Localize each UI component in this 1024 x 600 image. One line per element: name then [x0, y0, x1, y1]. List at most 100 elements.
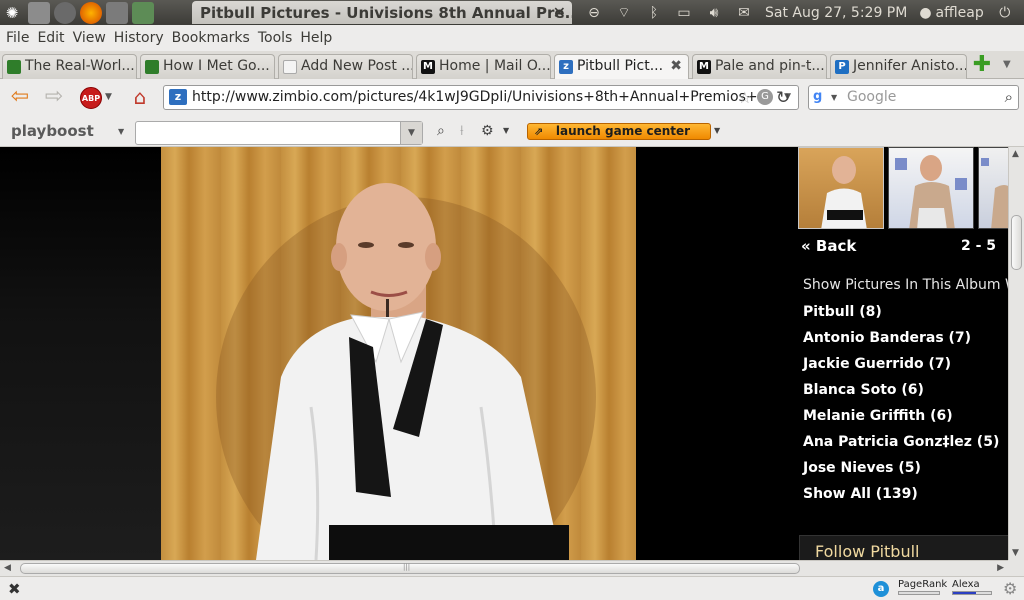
text-editor-icon[interactable] — [28, 1, 50, 24]
playboost-menu-chevron-icon[interactable]: ▼ — [118, 127, 124, 136]
playboost-logo[interactable]: playboost — [11, 122, 94, 140]
search-placeholder: Google — [847, 89, 897, 105]
adblock-dropdown-chevron-icon[interactable]: ▼ — [105, 92, 112, 102]
thumbnail-1-illustration — [821, 156, 867, 228]
thumbnail-3[interactable] — [978, 147, 1008, 229]
tab-pale-pin[interactable]: M Pale and pin-t... — [692, 54, 827, 79]
identity-g-icon[interactable]: G — [757, 89, 773, 105]
thumbnail-1[interactable] — [798, 147, 884, 229]
person-link[interactable]: Ana Patricia Gonz‡lez (5) — [803, 434, 999, 460]
tab-label: Home | Mail O... — [439, 58, 551, 74]
person-link[interactable]: Pitbull (8) — [803, 304, 999, 330]
person-link[interactable]: Antonio Banderas (7) — [803, 330, 999, 356]
tab-label: Jennifer Anisto... — [853, 58, 967, 74]
game-center-chevron-icon[interactable]: ▼ — [714, 126, 720, 135]
mail-online-icon: M — [697, 60, 711, 74]
scroll-down-arrow-icon[interactable]: ▼ — [1012, 548, 1019, 558]
thumbnail-2[interactable] — [888, 147, 974, 229]
adblock-plus-icon[interactable]: ABP — [80, 87, 102, 109]
alexa-indicator[interactable]: Alexa — [952, 579, 992, 595]
bluetooth-icon[interactable]: ᛒ — [645, 5, 663, 21]
user-name[interactable]: affleap — [936, 5, 984, 21]
tab-real-world[interactable]: The Real-Worl... — [2, 54, 137, 79]
forward-arrow-icon[interactable]: ⇨ — [40, 84, 68, 110]
statusbar-gear-icon[interactable]: ⚙ — [1003, 579, 1017, 598]
tab-mail-online[interactable]: M Home | Mail O... — [416, 54, 551, 79]
thumbnail-2-illustration — [895, 155, 967, 228]
tab-how-i-met[interactable]: How I Met Go... — [140, 54, 275, 79]
menu-bookmarks[interactable]: Bookmarks — [172, 30, 256, 46]
menu-history[interactable]: History — [114, 30, 170, 46]
tab-jennifer-aniston[interactable]: P Jennifer Anisto... — [830, 54, 967, 79]
url-bar[interactable]: z http://www.zimbio.com/pictures/4k1wJ9G… — [163, 85, 799, 110]
vertical-scrollbar[interactable]: ▲ ▼ — [1008, 147, 1024, 560]
pagerank-label: PageRank — [898, 579, 948, 590]
alexa-a-icon[interactable]: a — [873, 581, 889, 597]
window-close-icon[interactable]: ✕ — [553, 3, 566, 22]
tab-add-new-post[interactable]: Add New Post ... — [278, 54, 413, 79]
scroll-grip-icon: ||| — [403, 563, 411, 571]
playboost-input-chevron-icon[interactable]: ▼ — [400, 122, 422, 144]
settings-chevron-icon[interactable]: ▼ — [503, 126, 509, 135]
tab-label: The Real-Worl... — [25, 58, 135, 74]
tab-list-chevron-icon[interactable]: ▼ — [1003, 59, 1011, 70]
scroll-right-arrow-icon[interactable]: ▶ — [997, 563, 1004, 573]
main-photo[interactable] — [161, 147, 636, 560]
reload-icon[interactable]: ↻ — [776, 88, 790, 108]
search-engine-chevron-icon[interactable]: ▼ — [831, 93, 837, 102]
playboost-search-input[interactable]: ▼ — [135, 121, 423, 145]
person-link[interactable]: Melanie Griffith (6) — [803, 408, 999, 434]
follow-pitbull-label: Follow Pitbull — [815, 542, 920, 560]
person-link[interactable]: Jose Nieves (5) — [803, 460, 999, 486]
menu-file[interactable]: File — [6, 30, 35, 46]
close-addon-bar-icon[interactable]: ✖ — [8, 580, 21, 598]
back-link[interactable]: « Back — [801, 237, 856, 255]
volume-icon[interactable]: 🔊︎ — [705, 5, 723, 21]
playboost-settings-gear-icon[interactable]: ⚙ — [481, 123, 494, 139]
system-settings-icon[interactable] — [54, 1, 76, 24]
google-g-icon[interactable]: g — [813, 89, 829, 105]
tab-pitbull-pictures[interactable]: z Pitbull Pict... ✖ — [554, 54, 689, 79]
status-bar: ✖ a PageRank Alexa ⚙ — [0, 576, 1024, 600]
menu-tools[interactable]: Tools — [258, 30, 299, 46]
wifi-icon[interactable]: ⌔ — [615, 4, 633, 22]
horizontal-scrollbar[interactable]: ◀ ||| ▶ — [0, 560, 1008, 576]
puzzle-icon[interactable] — [132, 1, 154, 24]
scroll-left-arrow-icon[interactable]: ◀ — [4, 563, 11, 573]
launch-game-center-button[interactable]: ⇗ launch game center — [527, 123, 711, 140]
person-link[interactable]: Jackie Guerrido (7) — [803, 356, 999, 382]
tab-close-icon[interactable]: ✖ — [670, 58, 682, 74]
battery-icon[interactable]: ▭ — [675, 5, 693, 21]
new-tab-plus-icon[interactable]: ✚ — [971, 54, 993, 77]
vertical-scroll-thumb[interactable] — [1011, 215, 1022, 270]
home-icon[interactable]: ⌂ — [126, 84, 154, 110]
scroll-up-arrow-icon[interactable]: ▲ — [1012, 149, 1019, 159]
menu-help[interactable]: Help — [300, 30, 338, 46]
user-icon: ● — [919, 4, 932, 21]
menu-view[interactable]: View — [73, 30, 112, 46]
firefox-icon[interactable] — [80, 1, 102, 24]
mail-online-icon: M — [421, 60, 435, 74]
chat-icon[interactable] — [106, 1, 128, 24]
magnifier-search-icon[interactable]: ⌕ — [1005, 88, 1013, 106]
photo-illustration — [216, 183, 596, 560]
back-arrow-icon[interactable]: ⇦ — [6, 84, 34, 110]
pagerank-indicator[interactable]: PageRank — [898, 579, 947, 595]
sync-icon[interactable]: ⊖ — [585, 5, 603, 21]
show-all-link[interactable]: Show All (139) — [803, 486, 999, 512]
bookmark-star-icon[interactable]: ☆ — [738, 88, 752, 107]
clock[interactable]: Sat Aug 27, 5:29 PM — [765, 5, 907, 21]
search-box[interactable]: g ▼ Google ⌕ — [808, 85, 1019, 110]
mail-icon[interactable]: ✉ — [735, 5, 753, 21]
menu-edit[interactable]: Edit — [37, 30, 70, 46]
follow-pitbull-box[interactable]: Follow Pitbull — [799, 535, 1008, 560]
playboost-search-icon[interactable]: ⌕ — [437, 123, 445, 139]
page-content: « Back 2 - 5 Show Pictures In This Album… — [0, 147, 1008, 560]
power-icon[interactable]: ⏻ — [996, 5, 1014, 21]
person-link-list: Pitbull (8) Antonio Banderas (7) Jackie … — [803, 304, 999, 512]
tab-label: Pale and pin-t... — [715, 58, 825, 74]
ubuntu-logo-icon[interactable]: ✺ — [0, 1, 24, 25]
person-link[interactable]: Blanca Soto (6) — [803, 382, 999, 408]
window-title-text: Pitbull Pictures - Univisions 8th Annual… — [200, 4, 572, 22]
window-title: Pitbull Pictures - Univisions 8th Annual… — [192, 1, 572, 24]
